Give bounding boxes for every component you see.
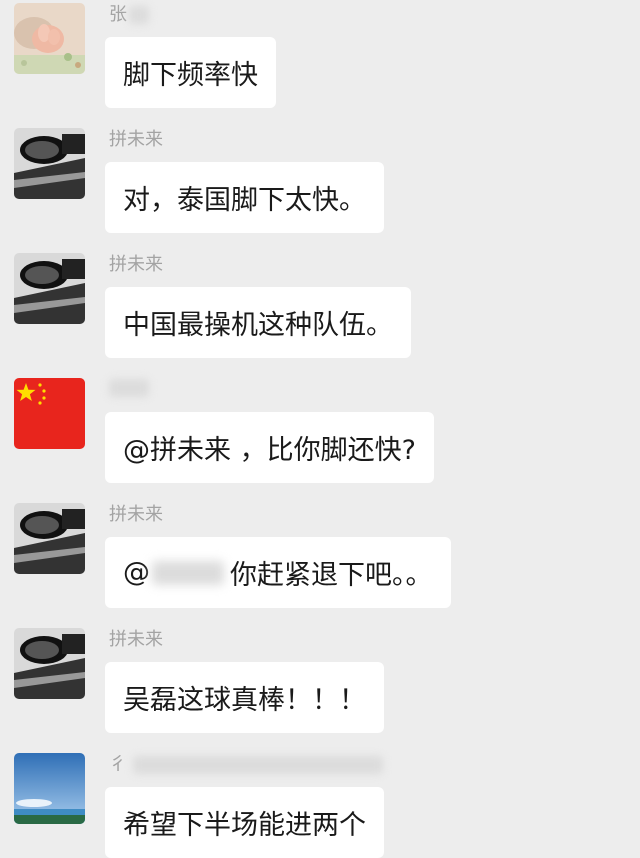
sender-name: 张 <box>109 4 149 26</box>
message-bubble[interactable]: 吴磊这球真棒！！！ <box>105 662 384 733</box>
car-mirror-avatar-icon <box>14 253 85 324</box>
baby-avatar-icon <box>14 3 85 74</box>
avatar[interactable] <box>14 128 85 199</box>
avatar[interactable] <box>14 378 85 449</box>
redacted-mention <box>152 560 224 585</box>
sky-landscape-avatar-icon <box>14 753 85 824</box>
message-bubble[interactable]: 希望下半场能进两个 <box>105 787 384 858</box>
message-bubble[interactable]: @拼未来 ，比你脚还快? <box>105 412 434 483</box>
message-text: 吴磊这球真棒！！！ <box>123 685 366 716</box>
message-text: 你赶紧退下吧。。 <box>230 560 433 591</box>
china-flag-avatar-icon <box>14 378 85 449</box>
message-text: 中国最操机这种队伍。 <box>123 310 393 341</box>
message-bubble[interactable]: 对，泰国脚下太快。 <box>105 162 384 233</box>
avatar[interactable] <box>14 753 85 824</box>
message-text: 希望下半场能进两个 <box>123 810 366 841</box>
message-bubble[interactable]: 脚下频率快 <box>105 37 276 108</box>
car-mirror-avatar-icon <box>14 128 85 199</box>
message-bubble[interactable]: 中国最操机这种队伍。 <box>105 287 411 358</box>
avatar[interactable] <box>14 628 85 699</box>
sender-name <box>109 379 149 397</box>
car-mirror-avatar-icon <box>14 503 85 574</box>
message-text: @拼未来 ，比你脚还快? <box>123 435 416 466</box>
message-text: 对，泰国脚下太快。 <box>123 185 366 216</box>
sender-name: 拼未来 <box>109 129 163 150</box>
sender-name: 拼未来 <box>109 629 163 650</box>
message-text: 脚下频率快 <box>123 60 258 91</box>
sender-name: 拼未来 <box>109 504 163 525</box>
avatar[interactable] <box>14 253 85 324</box>
avatar[interactable] <box>14 3 85 74</box>
message-bubble[interactable]: @ 你赶紧退下吧。。 <box>105 537 451 608</box>
sender-name: 拼未来 <box>109 254 163 275</box>
avatar[interactable] <box>14 503 85 574</box>
sender-name: 彳 <box>109 754 383 776</box>
car-mirror-avatar-icon <box>14 628 85 699</box>
mention-prefix: @ <box>123 557 150 588</box>
